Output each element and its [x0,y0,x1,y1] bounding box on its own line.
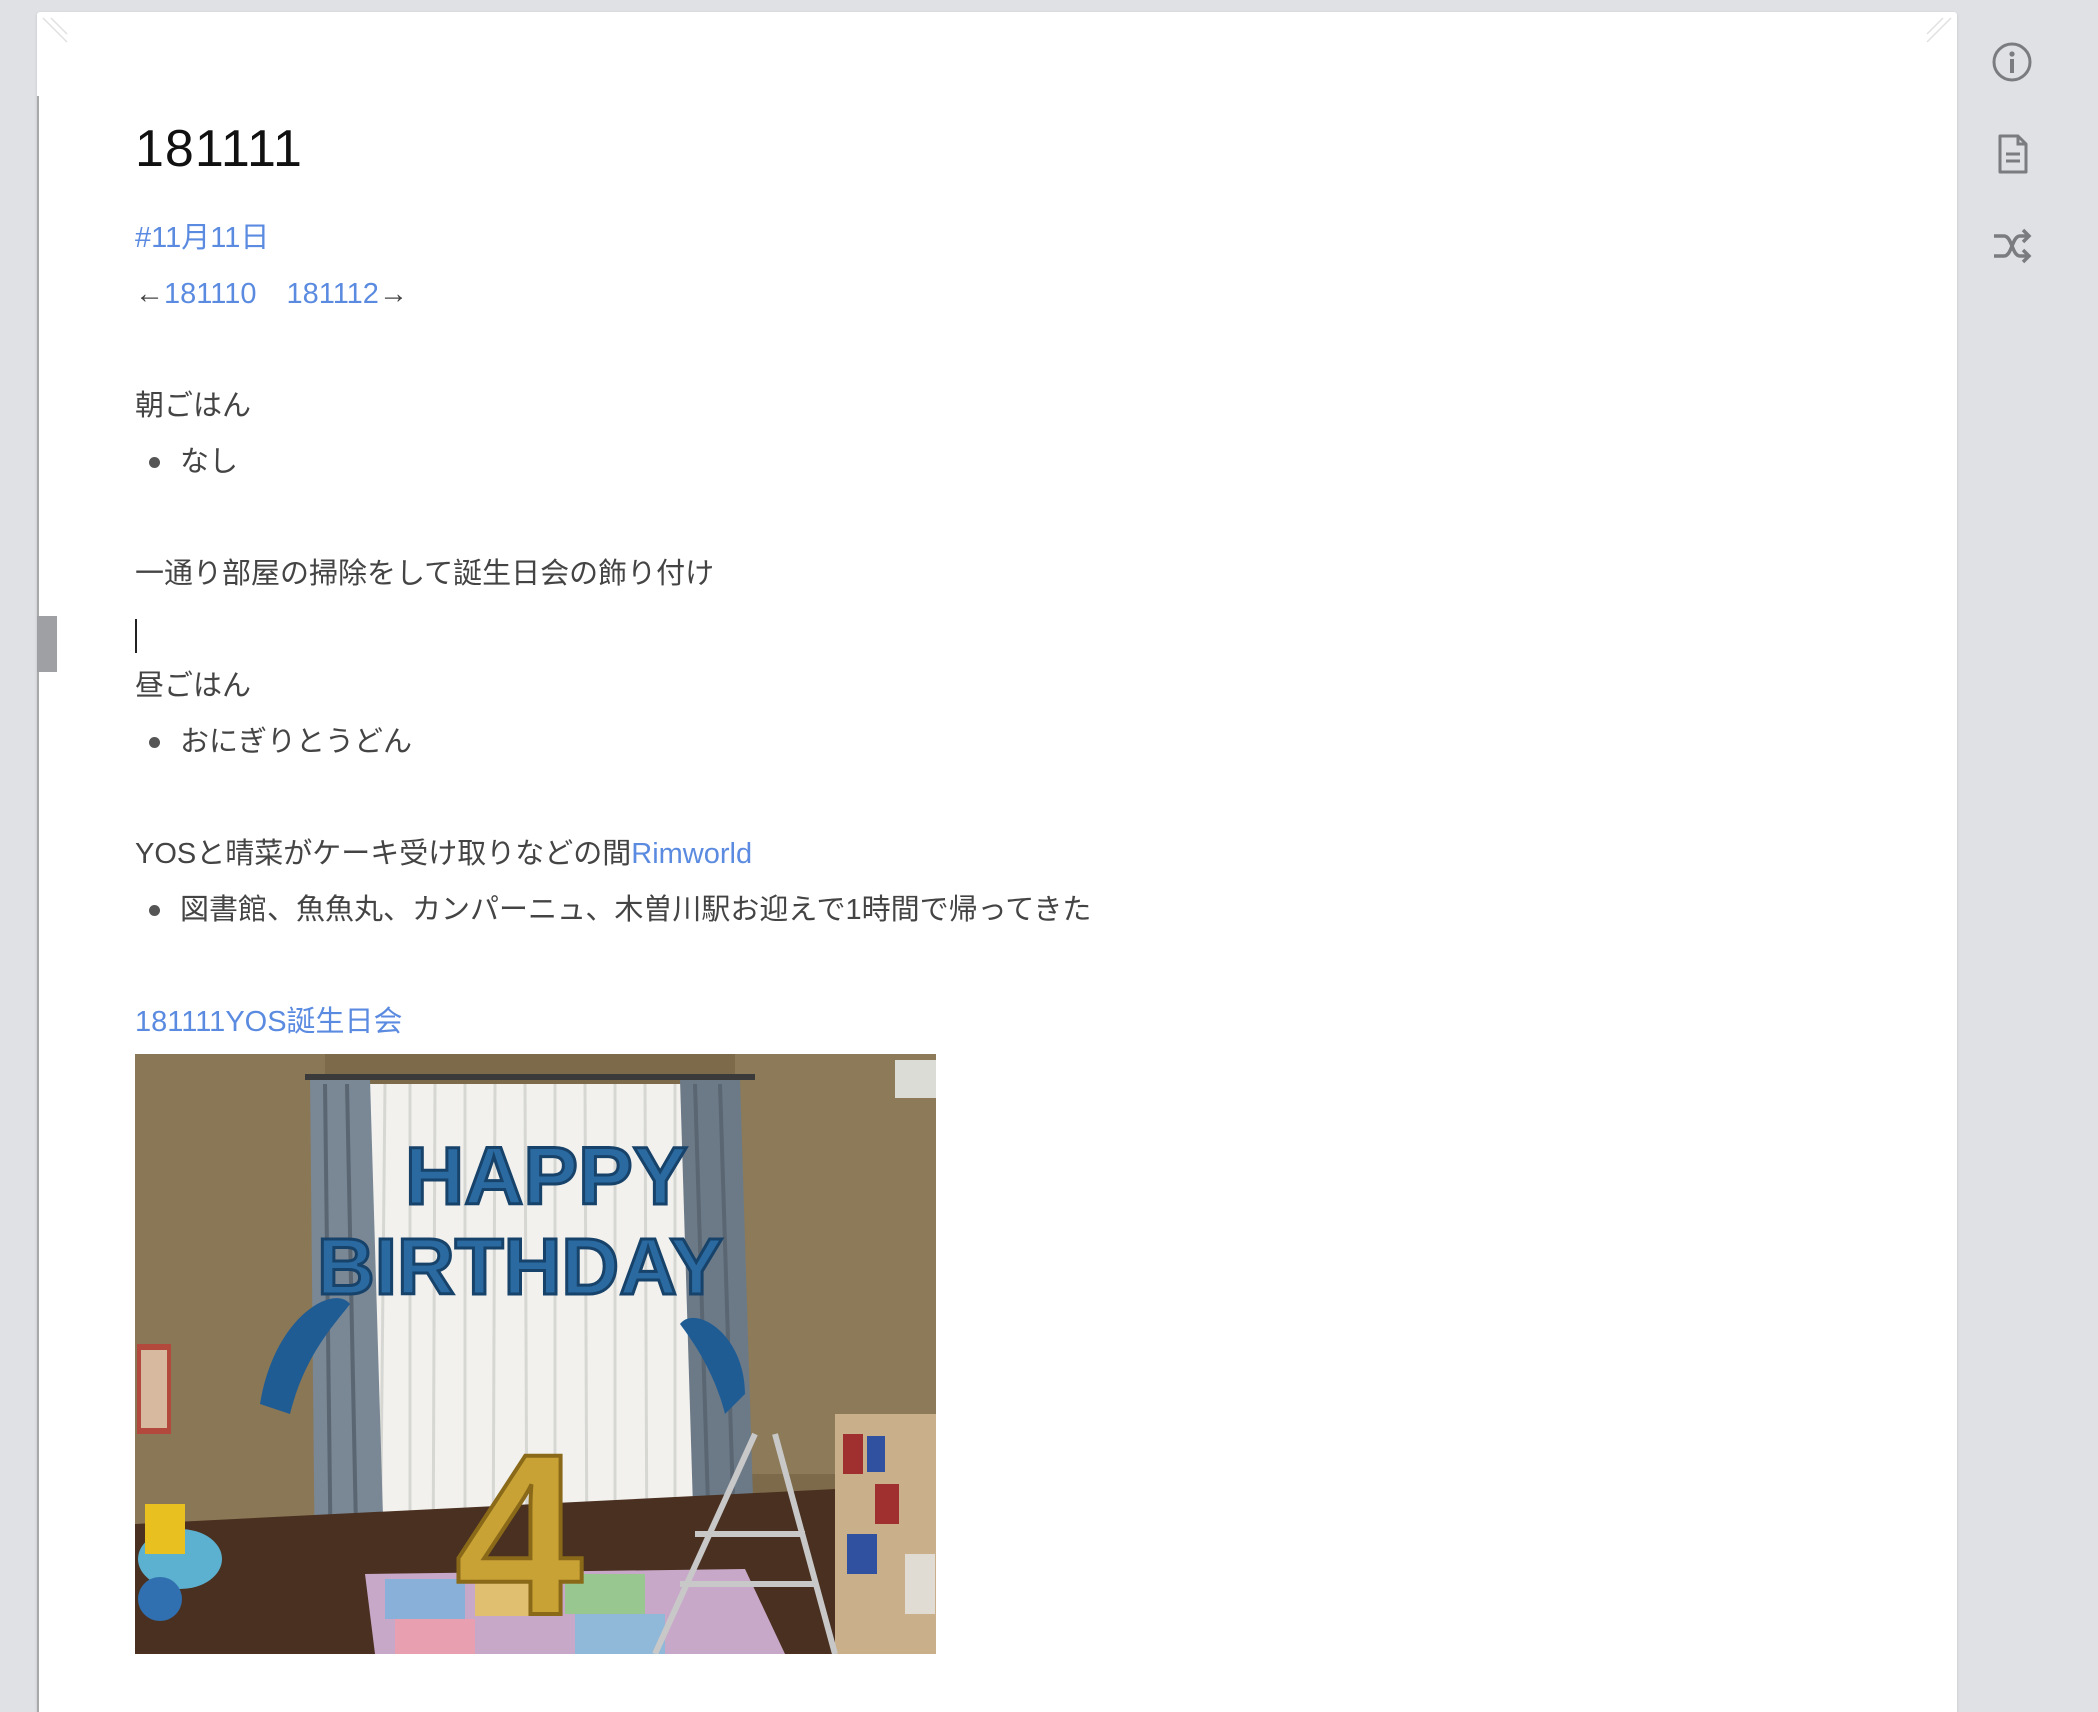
page-container: 181111 #11月11日 ←181110 181112→ 朝ごはん なし 一通… [37,12,1957,1712]
cursor-line[interactable] [135,602,1895,658]
cleaning-line[interactable]: 一通り部屋の掃除をして誕生日会の飾り付け [135,546,1895,602]
birthday-photo-illustration: HAPPY BIRTHDAY 4 [135,1054,936,1654]
balloon-birthday: BIRTHDAY [317,1222,723,1311]
shuffle-icon[interactable] [1980,214,2044,278]
corner-mark-icon [1926,17,1952,43]
next-arrow: → [378,278,408,310]
page-content[interactable]: 181111 #11月11日 ←181110 181112→ 朝ごはん なし 一通… [135,108,1895,1654]
errand-line[interactable]: YOSと晴菜がケーキ受け取りなどの間Rimworld [135,826,1895,882]
balloon-number: 4 [455,1406,583,1654]
tag-line: #11月11日 [135,210,1895,266]
bullet-dot [149,905,160,916]
tag-link[interactable]: #11月11日 [135,222,269,254]
party-link-line: 181111YOS誕生日会 [135,994,1895,1050]
lunch-item: おにぎりとうどん [180,726,413,758]
right-toolbar [1980,30,2070,306]
bullet-dot [149,737,160,748]
rimworld-link[interactable]: Rimworld [631,838,752,870]
page-title[interactable]: 181111 [135,108,1895,190]
nav-line: ←181110 181112→ [135,266,1895,322]
balloon-happy: HAPPY [405,1131,688,1222]
prev-arrow: ← [135,278,164,310]
birthday-photo[interactable]: HAPPY BIRTHDAY 4 [135,1054,936,1654]
corner-mark-icon [42,17,68,43]
prev-page-link[interactable]: 181110 [164,278,256,310]
list-item[interactable]: 図書館、魚魚丸、カンパーニュ、木曽川駅お迎えで1時間で帰ってきた [135,882,1895,938]
lunch-heading[interactable]: 昼ごはん [135,658,1895,714]
cursor-line-marker [37,616,57,672]
next-page-link[interactable]: 181112 [286,278,378,310]
left-gutter [37,96,39,1712]
page-icon[interactable] [1980,122,2044,186]
text-caret [135,619,137,654]
list-item[interactable]: なし [135,434,1895,490]
list-item[interactable]: おにぎりとうどん [135,714,1895,770]
breakfast-heading[interactable]: 朝ごはん [135,378,1895,434]
info-icon[interactable] [1980,30,2044,94]
party-page-link[interactable]: 181111YOS誕生日会 [135,1006,403,1038]
bullet-dot [149,457,160,468]
breakfast-item: なし [180,446,239,478]
errand-item: 図書館、魚魚丸、カンパーニュ、木曽川駅お迎えで1時間で帰ってきた [180,894,1092,926]
errand-text: YOSと晴菜がケーキ受け取りなどの間 [135,838,632,870]
